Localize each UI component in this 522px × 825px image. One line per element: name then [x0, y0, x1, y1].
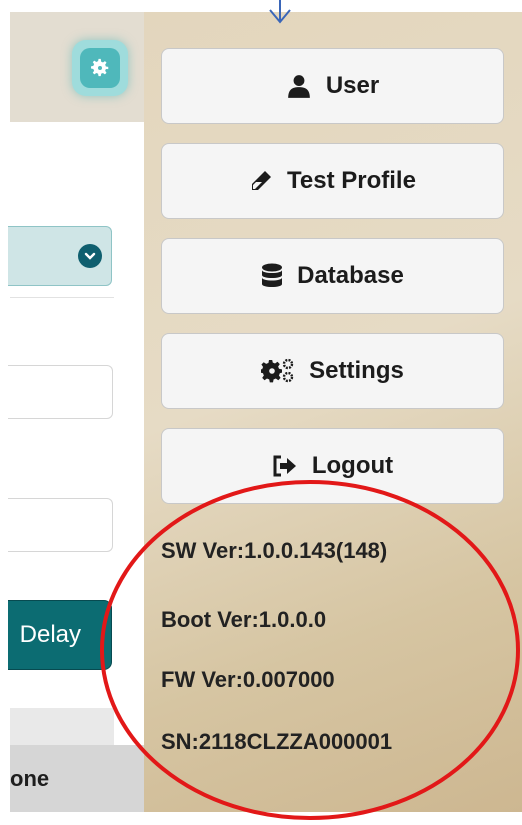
test-profile-icon	[252, 171, 272, 190]
database-button-label: Database	[297, 262, 404, 289]
settings-button[interactable]	[72, 40, 128, 96]
input-field-1[interactable]	[8, 365, 113, 419]
database-icon	[262, 263, 283, 287]
chevron-down-icon	[78, 244, 102, 268]
logout-icon	[273, 455, 296, 477]
logout-button-label: Logout	[311, 452, 394, 479]
test-profile-button[interactable]: Test Profile	[161, 143, 504, 219]
user-button-label: User	[325, 72, 380, 99]
database-button[interactable]: Database	[161, 238, 504, 314]
user-icon	[287, 75, 310, 98]
settings-menu-button-label: Settings	[309, 357, 404, 384]
settings-menu-button[interactable]: Settings	[161, 333, 504, 409]
divider	[10, 297, 114, 298]
profile-select[interactable]	[8, 226, 112, 286]
bottom-bar-label: one	[10, 765, 50, 791]
header-bar	[10, 12, 144, 122]
user-button[interactable]: User	[161, 48, 504, 124]
test-profile-button-label: Test Profile	[287, 167, 416, 194]
settings-gears-icon	[261, 358, 294, 383]
gear-icon	[91, 58, 109, 77]
annotation-circle	[100, 480, 520, 820]
arrow-down-icon	[269, 0, 291, 24]
